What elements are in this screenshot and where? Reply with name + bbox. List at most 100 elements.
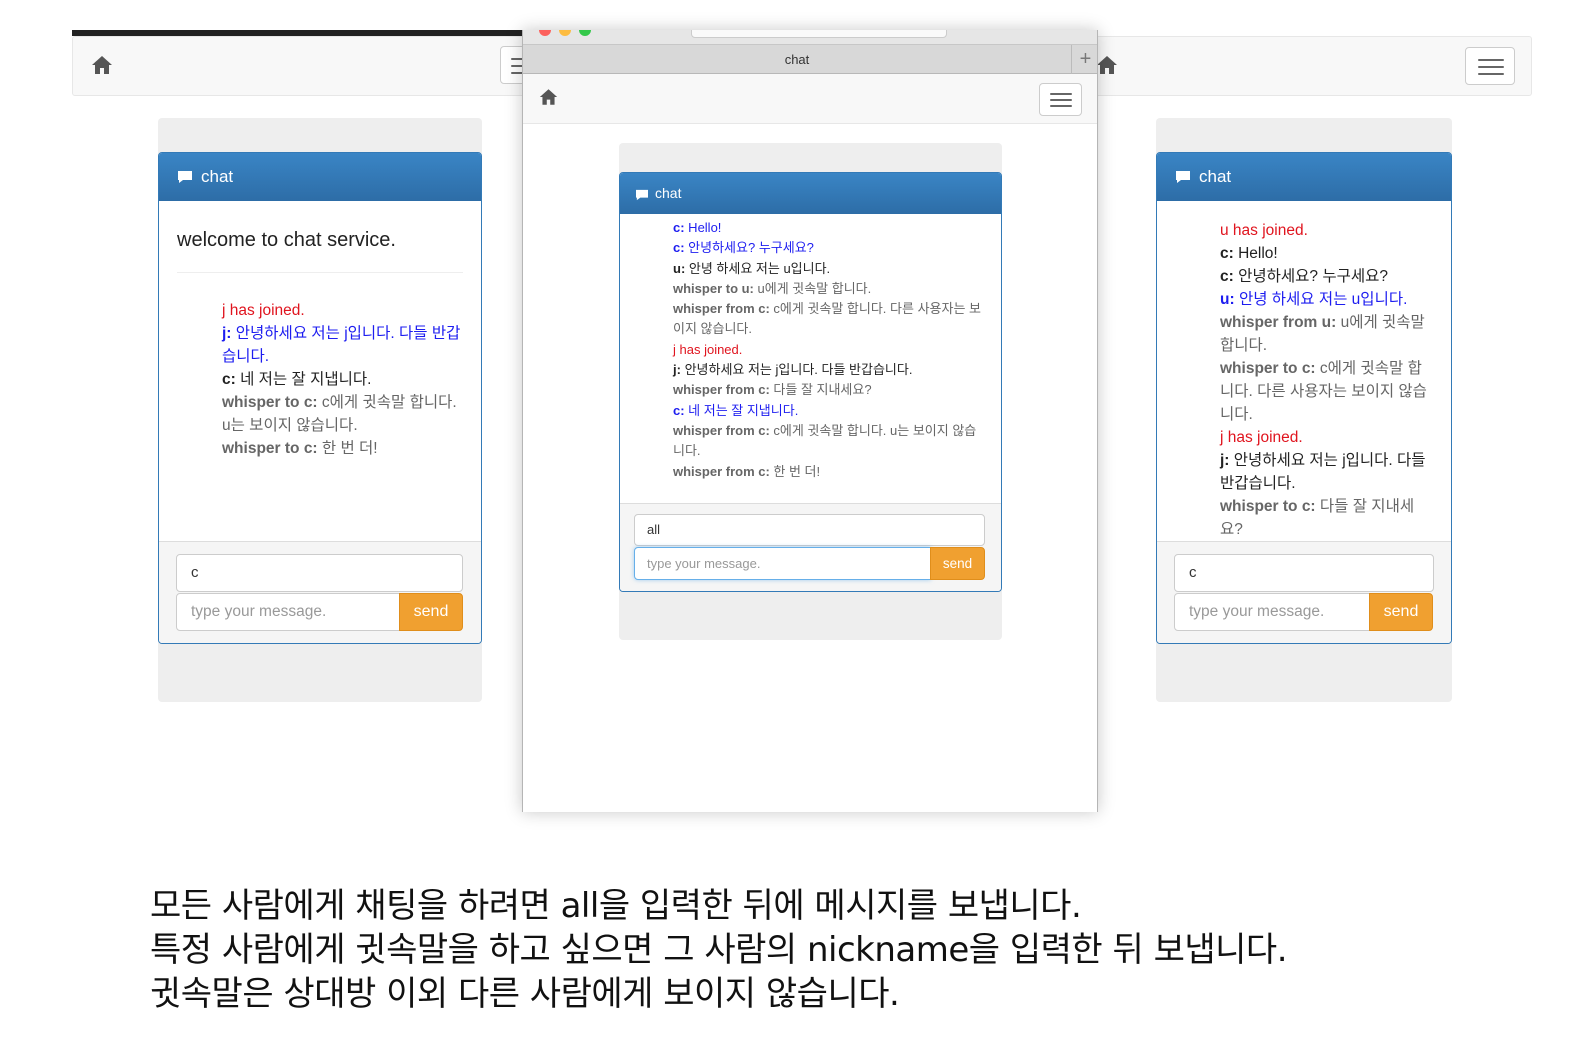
message-sender: j:	[673, 362, 681, 378]
chat-message: u: 안녕 하세요 저는 u입니다.	[673, 259, 985, 279]
chat-footer: c type your message. send	[159, 541, 481, 643]
chat-message: whisper to c: c에게 귓속말 합니다. 다른 사용자는 보이지 않…	[1220, 357, 1433, 426]
chat-message: j has joined.	[1220, 426, 1433, 449]
message-text: 한 번 더!	[317, 440, 378, 457]
chat-footer: all type your message. send	[620, 503, 1001, 591]
chat-body: u has joined. c: Hello! c: 안녕하세요? 누구세요? u: …	[1157, 201, 1451, 541]
message-list: j has joined. j: 안녕하세요 저는 j입니다. 다들 반갑습니다.…	[222, 299, 463, 460]
target-input[interactable]: c	[176, 554, 463, 592]
chat-message: whisper to u: u에게 귓속말 합니다.	[673, 279, 985, 299]
panel-title: chat	[1199, 167, 1232, 186]
send-button[interactable]: send	[399, 593, 463, 631]
message-text: 한 번 더!	[769, 463, 821, 479]
chat-message: c: 네 저는 잘 지냅니다.	[673, 401, 985, 421]
chat-message: j has joined.	[222, 299, 463, 322]
message-text: j has joined.	[673, 341, 743, 357]
chat-footer: c type your message. send	[1157, 541, 1451, 643]
target-input[interactable]: all	[634, 514, 985, 546]
message-text: u has joined.	[1220, 222, 1308, 239]
message-text: Hello!	[684, 220, 722, 235]
hamburger-menu-icon[interactable]	[1465, 47, 1515, 85]
front-browser-window: chat + chat c: Hello! c: 안녕하세요? 누구세요? u: 안…	[522, 30, 1098, 812]
chat-body: c: Hello! c: 안녕하세요? 누구세요? u: 안녕 하세요 저는 u입니…	[620, 214, 1001, 503]
message-sender: u:	[1220, 291, 1235, 308]
message-input[interactable]: type your message.	[634, 547, 931, 580]
message-input[interactable]: type your message.	[176, 593, 400, 631]
chat-message: j: 안녕하세요 저는 j입니다. 다들 반갑습니다.	[1220, 449, 1433, 495]
home-icon[interactable]	[91, 55, 113, 75]
chat-message: whisper to c: 다들 잘 지내세요?	[1220, 495, 1433, 541]
message-text: 안녕 하세요 저는 u입니다.	[1234, 291, 1408, 308]
chat-message: whisper from c: c에게 귓속말 합니다. 다른 사용자는 보이지…	[673, 299, 985, 340]
close-window-icon[interactable]	[539, 30, 551, 36]
minimize-window-icon[interactable]	[559, 30, 571, 36]
send-button[interactable]: send	[1369, 593, 1433, 631]
chat-panel-right: chat u has joined. c: Hello! c: 안녕하세요? 누구세…	[1156, 152, 1452, 644]
chat-panel-left: chat welcome to chat service. j has join…	[158, 152, 482, 644]
message-text: j has joined.	[1220, 429, 1303, 446]
message-sender: c:	[673, 220, 685, 235]
panel-heading: chat	[159, 153, 481, 201]
navbar	[523, 74, 1097, 124]
chat-message: c: Hello!	[673, 218, 985, 238]
zoom-window-icon[interactable]	[579, 30, 591, 36]
chat-message: u: 안녕 하세요 저는 u입니다.	[1220, 288, 1433, 311]
screenshot-stage: chat welcome to chat service. j has join…	[0, 0, 1578, 1050]
address-bar[interactable]	[691, 30, 947, 38]
chat-message: c: Hello!	[1220, 242, 1433, 265]
chat-message: whisper from c: 다들 잘 지내세요?	[673, 380, 985, 400]
chat-message: j: 안녕하세요 저는 j입니다. 다들 반갑습니다.	[222, 322, 463, 368]
message-text: 다들 잘 지내세요?	[769, 382, 872, 398]
message-sender: whisper to c:	[1220, 498, 1316, 515]
chat-message: c: 안녕하세요? 누구세요?	[1220, 265, 1433, 288]
message-text: u에게 귓속말 합니다.	[753, 280, 872, 296]
message-sender: whisper from u:	[1220, 314, 1337, 331]
welcome-heading: welcome to chat service.	[177, 229, 463, 273]
chat-message: c: 안녕하세요? 누구세요?	[673, 238, 985, 258]
message-text: 안녕하세요 저는 j입니다. 다들 반갑습니다.	[222, 325, 461, 365]
message-text: 안녕하세요 저는 j입니다. 다들 반갑습니다.	[1220, 452, 1426, 492]
hamburger-menu-icon[interactable]	[1039, 83, 1082, 116]
tab-bar: chat +	[523, 44, 1097, 75]
message-sender: c:	[1220, 245, 1234, 262]
chat-message: whisper to c: 한 번 더!	[222, 437, 463, 460]
chat-panel-middle: chat c: Hello! c: 안녕하세요? 누구세요? u: 안녕 하세요 저…	[619, 172, 1002, 592]
caption-line: 귓속말은 상대방 이외 다른 사람에게 보이지 않습니다.	[150, 974, 900, 1014]
caption-line: 모든 사람에게 채팅을 하려면 all을 입력한 뒤에 메시지를 보냅니다.	[150, 886, 1082, 926]
message-sender: whisper from c:	[673, 382, 770, 398]
message-sender: c:	[673, 240, 685, 256]
caption-line: 특정 사람에게 귓속말을 하고 싶으면 그 사람의 nickname을 입력한 …	[150, 930, 1288, 970]
panel-heading: chat	[1157, 153, 1451, 201]
panel-title: chat	[201, 167, 234, 186]
panel-title: chat	[655, 185, 682, 201]
message-sender: c:	[673, 402, 685, 418]
chat-message: whisper from c: 한 번 더!	[673, 462, 985, 482]
message-sender: whisper to c:	[222, 394, 318, 411]
message-list: c: Hello! c: 안녕하세요? 누구세요? u: 안녕 하세요 저는 u입니…	[673, 218, 985, 482]
send-button[interactable]: send	[930, 547, 985, 580]
message-sender: whisper from c:	[673, 301, 770, 317]
caption: 모든 사람에게 채팅을 하려면 all을 입력한 뒤에 메시지를 보냅니다. 특…	[150, 884, 1530, 1016]
target-input[interactable]: c	[1174, 554, 1434, 592]
comment-icon	[177, 169, 193, 188]
message-sender: whisper to u:	[673, 280, 754, 296]
chat-message: whisper from u: u에게 귓속말 합니다.	[1220, 311, 1433, 357]
home-icon[interactable]	[539, 88, 558, 106]
chat-message: j has joined.	[673, 340, 985, 360]
message-input[interactable]: type your message.	[1174, 593, 1370, 631]
tab-chat[interactable]: chat	[523, 45, 1071, 75]
message-sender: u:	[673, 260, 686, 276]
new-tab-button[interactable]: +	[1071, 45, 1097, 75]
message-text: 네 저는 잘 지냅니다.	[235, 371, 372, 388]
message-text: j has joined.	[222, 302, 305, 319]
chat-message: whisper to c: c에게 귓속말 합니다. u는 보이지 않습니다.	[222, 391, 463, 437]
panel-heading: chat	[620, 173, 1001, 214]
message-sender: whisper to c:	[222, 440, 318, 457]
message-text: 안녕 하세요 저는 u입니다.	[685, 260, 831, 276]
message-list: u has joined. c: Hello! c: 안녕하세요? 누구세요? u: …	[1220, 219, 1433, 541]
home-icon[interactable]	[1096, 55, 1118, 75]
message-sender: whisper to c:	[1220, 360, 1316, 377]
chat-message: c: 네 저는 잘 지냅니다.	[222, 368, 463, 391]
message-sender: c:	[1220, 268, 1234, 285]
message-text: 안녕하세요 저는 j입니다. 다들 반갑습니다.	[680, 362, 913, 378]
